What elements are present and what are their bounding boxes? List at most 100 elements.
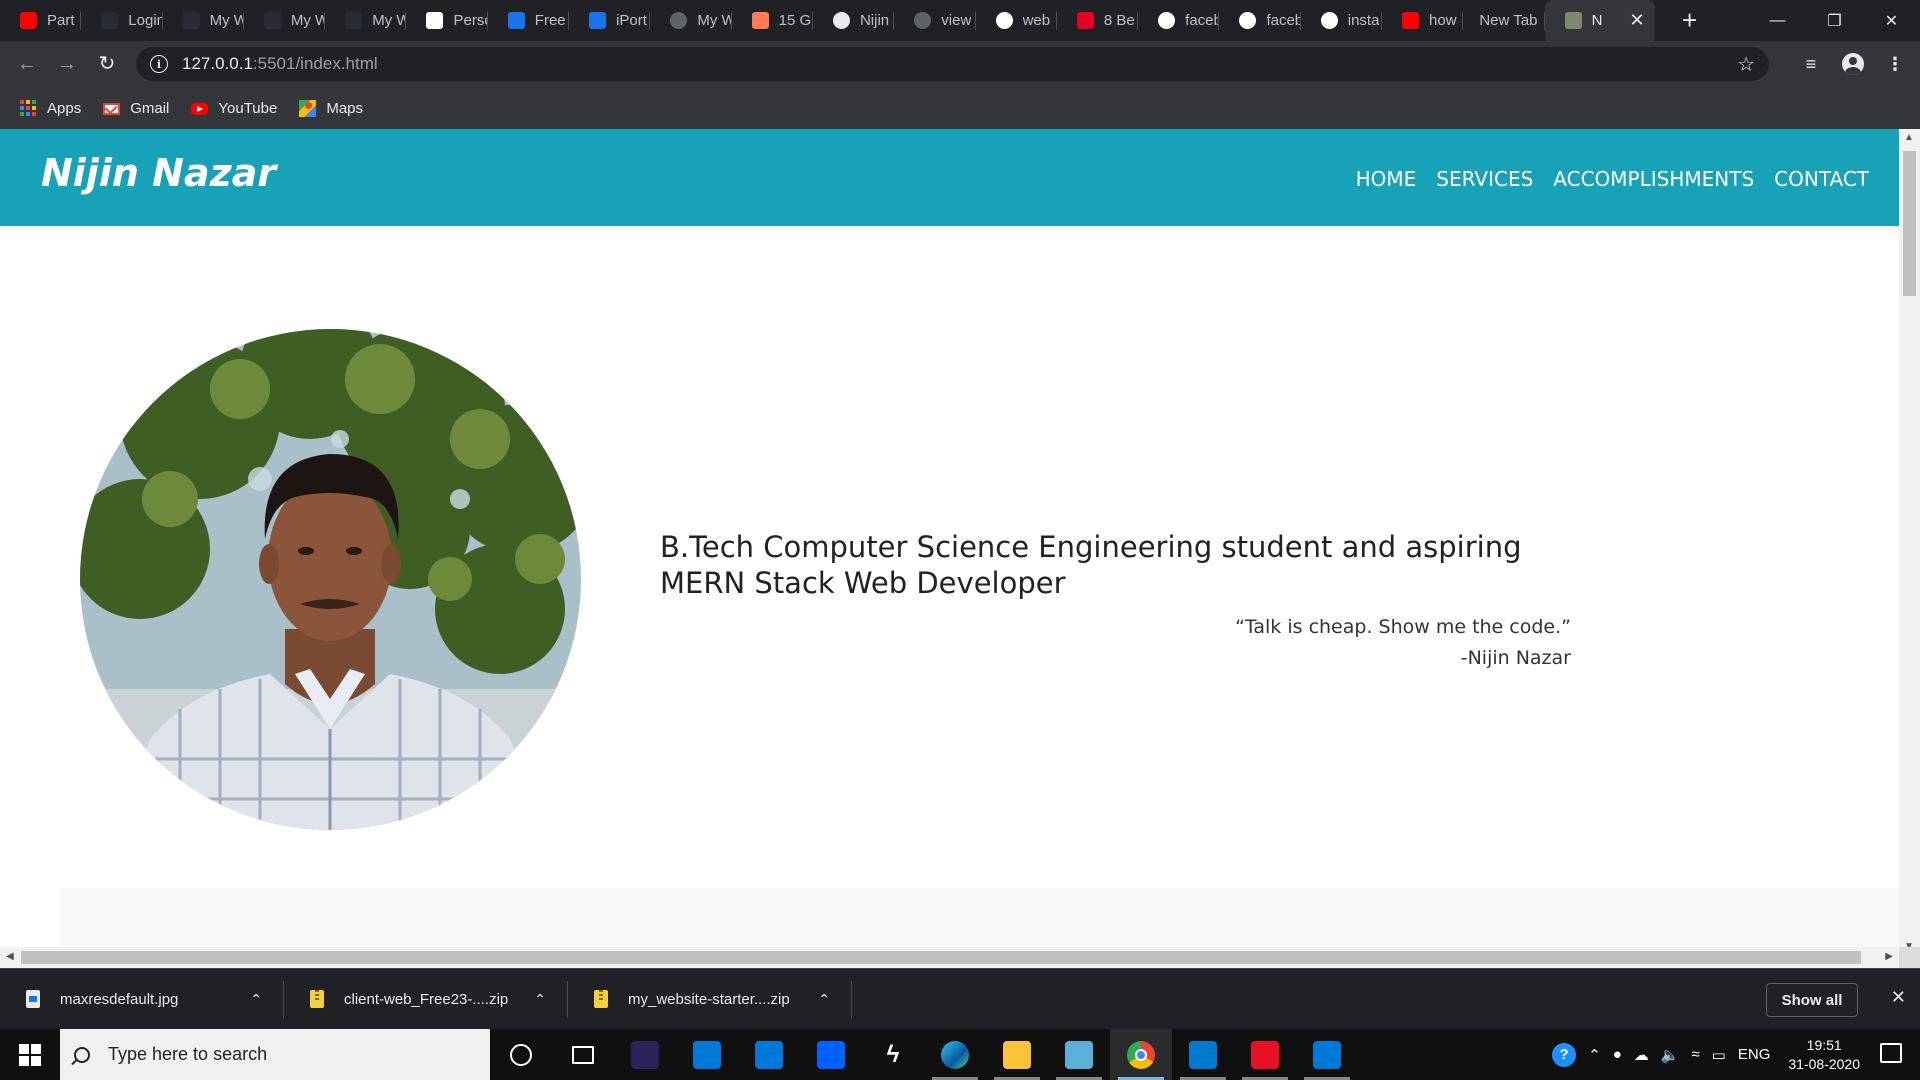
tab-title: N bbox=[1591, 12, 1603, 29]
taskbar-task-view-button[interactable] bbox=[552, 1029, 614, 1080]
browser-tab[interactable]: 15 G bbox=[732, 0, 813, 41]
vscode-icon bbox=[1189, 1040, 1217, 1069]
browser-tab[interactable]: Nijin bbox=[813, 0, 895, 41]
browser-tab[interactable]: faceb bbox=[1138, 0, 1220, 41]
bookmark-youtube[interactable]: YouTube bbox=[191, 100, 277, 117]
media-control-icon[interactable]: ≡ bbox=[1796, 49, 1826, 79]
close-window-button[interactable]: ✕ bbox=[1863, 0, 1920, 41]
bookmark-apps[interactable]: Apps bbox=[20, 99, 81, 117]
vertical-scrollbar[interactable]: ▲ ▼ bbox=[1899, 129, 1920, 955]
file-explorer-icon bbox=[1003, 1040, 1031, 1069]
browser-tab[interactable]: web bbox=[976, 0, 1057, 41]
site-brand[interactable]: Nijin Nazar bbox=[41, 151, 276, 195]
download-item[interactable]: maxresdefault.jpg ⌃ bbox=[0, 969, 284, 1030]
download-item[interactable]: my_website-starter....zip ⌃ bbox=[568, 969, 852, 1030]
taskbar-photos-button[interactable] bbox=[1296, 1029, 1358, 1080]
bookmark-label: Maps bbox=[326, 99, 364, 117]
profile-button[interactable] bbox=[1838, 49, 1868, 79]
bookmark-maps[interactable]: Maps bbox=[299, 99, 364, 117]
cloud-icon[interactable]: ☁ bbox=[1634, 1046, 1649, 1064]
taskbar-dropbox-button[interactable] bbox=[800, 1029, 862, 1080]
browser-tab[interactable]: Part bbox=[0, 0, 82, 41]
browser-tab[interactable]: New Tab bbox=[1463, 0, 1545, 41]
taskbar-clock[interactable]: 19:51 31-08-2020 bbox=[1788, 1036, 1860, 1074]
pinterest-icon bbox=[1076, 12, 1094, 29]
browser-tab[interactable]: My W bbox=[650, 0, 732, 41]
horizontal-scroll-thumb[interactable] bbox=[21, 951, 1861, 964]
scroll-up-arrow-icon[interactable]: ▲ bbox=[1904, 132, 1914, 143]
google-icon bbox=[1158, 12, 1176, 29]
browser-tab[interactable]: My W bbox=[163, 0, 244, 41]
url-text[interactable]: 127.0.0.1:5501/index.html bbox=[182, 54, 378, 74]
taskbar-file-explorer-button[interactable] bbox=[986, 1029, 1048, 1080]
network-icon[interactable]: ● bbox=[1613, 1046, 1622, 1063]
chevron-up-icon[interactable]: ⌃ bbox=[250, 991, 262, 1008]
notification-center-icon[interactable] bbox=[1880, 1043, 1902, 1063]
browser-tab[interactable]: Free bbox=[488, 0, 570, 41]
browser-tab[interactable]: Perso bbox=[406, 0, 488, 41]
search-icon bbox=[74, 1046, 90, 1063]
browser-tab[interactable]: My W bbox=[325, 0, 407, 41]
chevron-up-icon[interactable]: ⌃ bbox=[534, 991, 546, 1008]
taskbar-notepad-button[interactable] bbox=[1048, 1029, 1110, 1080]
tab-title: Nijin bbox=[859, 12, 890, 29]
close-tab-icon[interactable]: ✕ bbox=[1630, 10, 1645, 30]
taskbar-search[interactable]: Type here to search bbox=[60, 1029, 490, 1080]
browser-tab[interactable]: faceb bbox=[1219, 0, 1301, 41]
bookmark-gmail[interactable]: Gmail bbox=[103, 100, 169, 117]
browser-tab[interactable]: how bbox=[1382, 0, 1464, 41]
language-indicator[interactable]: ENG bbox=[1738, 1046, 1771, 1063]
taskbar-cortana-button[interactable] bbox=[490, 1029, 552, 1080]
tab-title: how bbox=[1429, 12, 1457, 29]
browser-tab[interactable]: My W bbox=[244, 0, 326, 41]
chevron-up-icon[interactable]: ⌃ bbox=[818, 991, 830, 1008]
restore-button[interactable]: ❐ bbox=[1806, 0, 1863, 41]
browser-tab[interactable]: iPort bbox=[569, 0, 651, 41]
close-icon[interactable]: ✕ bbox=[1891, 987, 1906, 1008]
bookmark-star-icon[interactable]: ☆ bbox=[1737, 52, 1755, 77]
nav-contact[interactable]: CONTACT bbox=[1774, 167, 1869, 191]
taskbar-whatsapp-button[interactable] bbox=[1234, 1029, 1296, 1080]
taskbar-eclipse-button[interactable] bbox=[614, 1029, 676, 1080]
horizontal-scrollbar[interactable]: ◀ ▶ bbox=[0, 947, 1899, 968]
help-icon[interactable]: ? bbox=[1552, 1042, 1577, 1067]
chevron-up-icon[interactable]: ⌃ bbox=[1588, 1046, 1601, 1064]
scroll-left-arrow-icon[interactable]: ◀ bbox=[6, 951, 14, 962]
windows-logo-icon bbox=[19, 1043, 41, 1066]
profile-photo-image bbox=[80, 329, 581, 830]
battery-icon[interactable]: ▭ bbox=[1712, 1046, 1726, 1064]
browser-tab[interactable]: 8 Be bbox=[1057, 0, 1139, 41]
show-all-downloads-button[interactable]: Show all bbox=[1766, 983, 1858, 1017]
vertical-scroll-thumb[interactable] bbox=[1903, 151, 1916, 296]
browser-tab[interactable]: Login bbox=[81, 0, 163, 41]
menu-kebab-icon[interactable]: ⋮ bbox=[1880, 49, 1910, 79]
taskbar-microsoft-store-button[interactable] bbox=[676, 1029, 738, 1080]
new-tab-button[interactable]: + bbox=[1675, 0, 1705, 41]
reload-button[interactable]: ↻ bbox=[92, 49, 122, 79]
download-item[interactable]: client-web_Free23-....zip ⌃ bbox=[284, 969, 568, 1030]
taskbar-vscode-button[interactable] bbox=[1172, 1029, 1234, 1080]
volume-icon[interactable]: 🔈 bbox=[1661, 1046, 1680, 1064]
scroll-right-arrow-icon[interactable]: ▶ bbox=[1885, 951, 1893, 962]
browser-tab[interactable]: insta bbox=[1301, 0, 1383, 41]
forward-button[interactable]: → bbox=[52, 49, 82, 79]
back-button[interactable]: ← bbox=[12, 49, 42, 79]
nav-accomplishments[interactable]: ACCOMPLISHMENTS bbox=[1553, 167, 1754, 191]
address-bar[interactable]: i 127.0.0.1:5501/index.html ☆ bbox=[136, 47, 1769, 81]
youtube-icon bbox=[191, 103, 209, 115]
taskbar-edge-button[interactable] bbox=[924, 1029, 986, 1080]
bookmarks-bar: Apps Gmail YouTube Maps bbox=[0, 87, 1920, 129]
browser-tab[interactable]: view bbox=[894, 0, 976, 41]
taskbar-winamp-button[interactable]: ϟ bbox=[862, 1029, 924, 1080]
hero-headline: B.Tech Computer Science Engineering stud… bbox=[660, 530, 1522, 600]
nav-services[interactable]: SERVICES bbox=[1436, 167, 1533, 191]
taskbar-chrome-button[interactable] bbox=[1110, 1029, 1172, 1080]
active-browser-tab[interactable]: N ✕ bbox=[1544, 0, 1655, 41]
site-info-icon[interactable]: i bbox=[150, 55, 168, 73]
tab-title: web bbox=[1022, 12, 1051, 29]
wifi-icon[interactable]: ≈ bbox=[1691, 1046, 1699, 1063]
start-button[interactable] bbox=[0, 1029, 60, 1080]
taskbar-mail-button[interactable] bbox=[738, 1029, 800, 1080]
nav-home[interactable]: HOME bbox=[1356, 167, 1417, 191]
minimize-button[interactable]: — bbox=[1749, 0, 1806, 41]
